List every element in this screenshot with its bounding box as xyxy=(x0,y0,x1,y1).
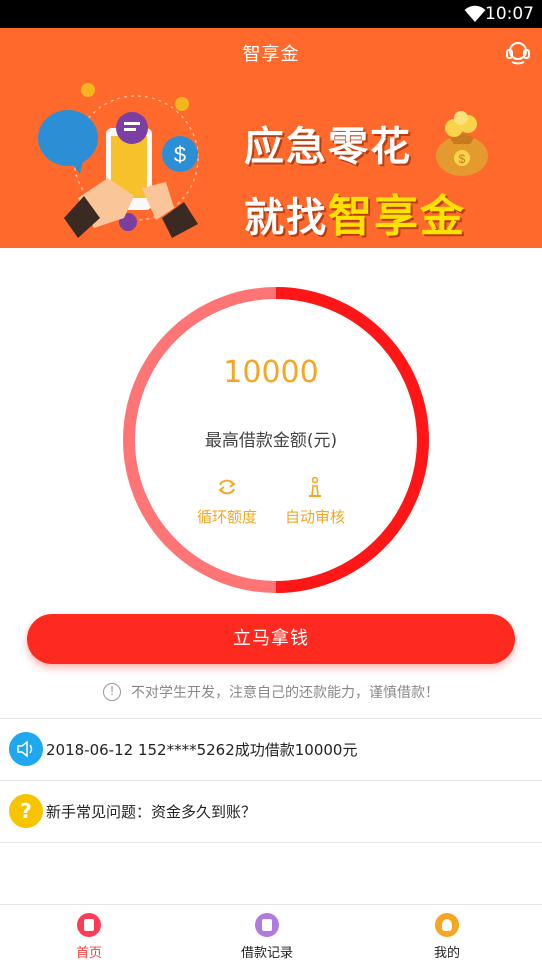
borrow-warning: ! 不对学生开发，注意自己的还款能力，谨慎借款！ xyxy=(0,682,542,702)
loan-notice-row[interactable]: 2018-06-12 152****5262成功借款10000元 xyxy=(0,719,542,779)
max-loan-amount: 10000 xyxy=(223,355,319,390)
speaker-icon xyxy=(9,732,43,766)
money-bag-icon: $ xyxy=(436,111,488,176)
cycle-icon xyxy=(218,479,236,495)
slogan-line-2: 就找智享金 xyxy=(244,180,466,244)
tab-loan-records[interactable]: 借款记录 xyxy=(207,913,327,961)
tab-profile-label: 我的 xyxy=(433,946,460,961)
status-time: 10:07 xyxy=(485,4,534,24)
document-icon xyxy=(255,913,279,937)
max-loan-amount-label: 最高借款金额(元) xyxy=(204,431,338,451)
feature-label: 自动审核 xyxy=(284,508,345,526)
faq-row[interactable]: ? 新手常见问题：资金多久到账？ xyxy=(0,781,542,841)
wifi-icon xyxy=(464,5,486,22)
help-icon: ? xyxy=(9,794,43,828)
home-icon xyxy=(77,913,101,937)
feature-auto-review: 自动审核 xyxy=(270,476,360,527)
warning-icon: ! xyxy=(103,683,121,701)
status-bar: 10:07 xyxy=(0,0,542,28)
tab-home[interactable]: 首页 xyxy=(29,913,149,961)
page-title: 智享金 xyxy=(242,44,300,65)
chess-icon xyxy=(309,476,321,497)
feature-cycle-quota: 循环额度 xyxy=(182,476,272,527)
tab-home-label: 首页 xyxy=(75,946,102,961)
warning-text: 不对学生开发，注意自己的还款能力，谨慎借款！ xyxy=(131,685,439,701)
svg-text:$: $ xyxy=(459,152,466,166)
bottom-tab-bar: 首页 借款记录 我的 xyxy=(0,904,542,964)
svg-text:$: $ xyxy=(174,142,186,167)
header-banner: 智享金 $ 应急零花 就找智享金 $ xyxy=(0,28,542,248)
feature-label: 循环额度 xyxy=(196,508,257,526)
slogan-prefix: 就找 xyxy=(244,195,328,241)
tab-profile[interactable]: 我的 xyxy=(387,913,507,961)
faq-text: 新手常见问题：资金多久到账？ xyxy=(46,803,257,821)
loan-notice-text: 2018-06-12 152****5262成功借款10000元 xyxy=(46,741,358,759)
customer-service-icon[interactable] xyxy=(504,38,532,66)
get-money-button[interactable]: 立马拿钱 xyxy=(27,614,515,664)
slogan-highlight: 智享金 xyxy=(328,191,466,242)
slogan-line-1: 应急零花 xyxy=(244,124,412,170)
tab-loan-records-label: 借款记录 xyxy=(240,946,293,961)
divider xyxy=(0,842,542,843)
user-icon xyxy=(435,913,459,937)
phone-payment-illustration: $ xyxy=(38,83,199,238)
